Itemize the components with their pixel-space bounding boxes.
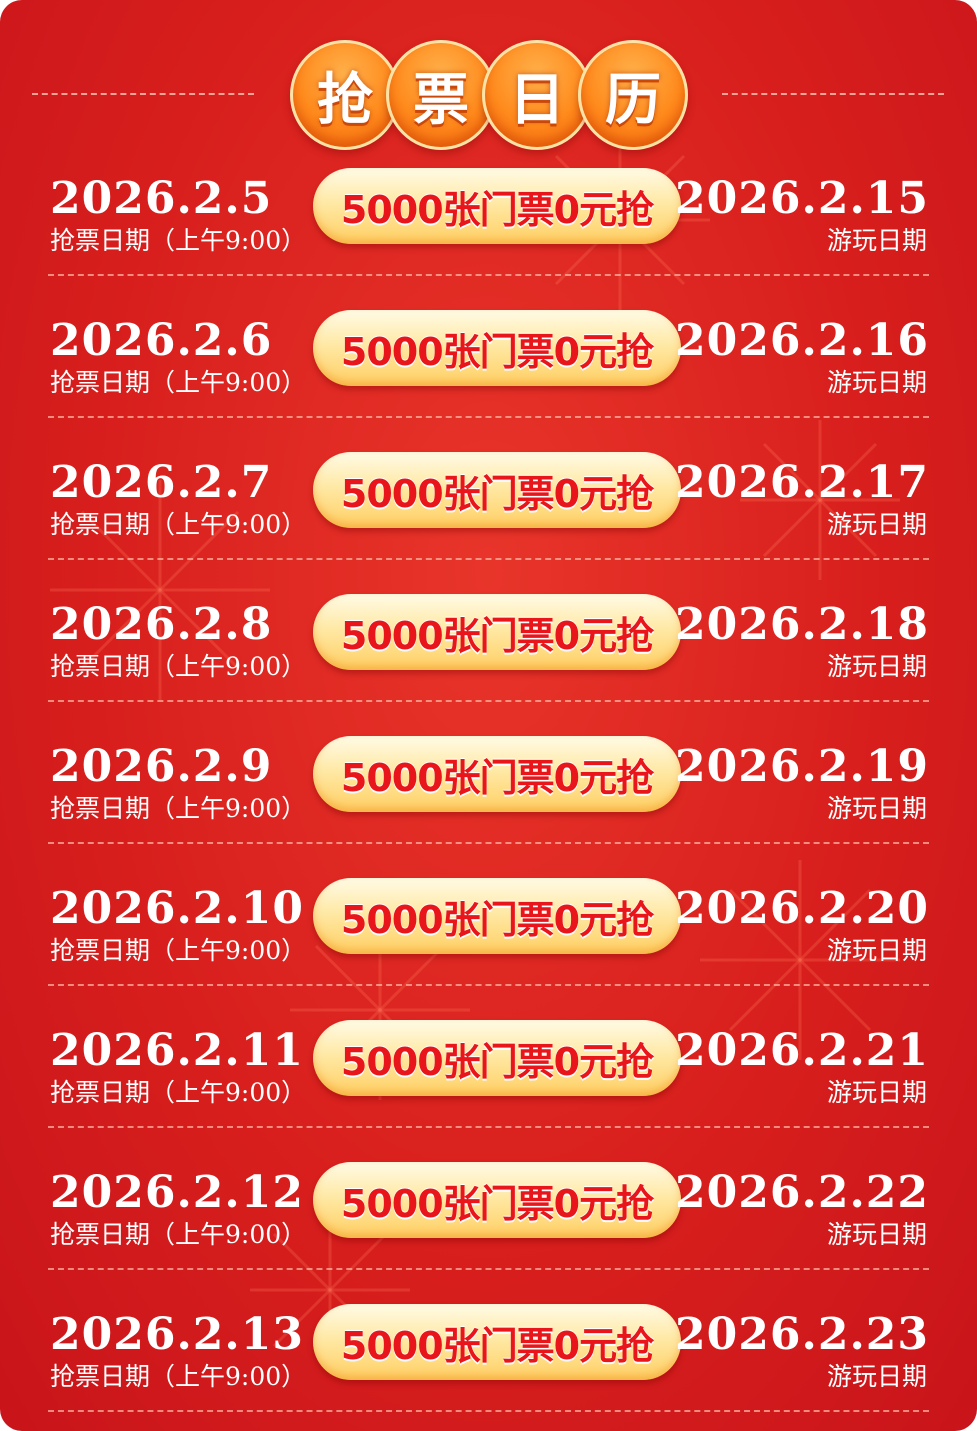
grab-date: 2026.2.9 <box>50 741 273 792</box>
title-badge: 抢 <box>290 40 400 150</box>
grab-date-label: 抢票日期（上午9:00） <box>50 936 307 965</box>
grab-date: 2026.2.10 <box>50 883 304 934</box>
grab-date-label: 抢票日期（上午9:00） <box>50 510 307 539</box>
calendar-row: 2026.2.5 抢票日期（上午9:00） 5000张门票0元抢 2026.2.… <box>0 168 977 316</box>
calendar-row: 2026.2.11 抢票日期（上午9:00） 5000张门票0元抢 2026.2… <box>0 1020 977 1168</box>
free-ticket-button[interactable]: 5000张门票0元抢 <box>313 1304 681 1380</box>
ticket-calendar-card: 抢 票 日 历 2026.2.5 抢票日期（上午9:00） 5000张门票0元抢… <box>0 0 977 1431</box>
play-date: 2026.2.18 <box>675 599 929 650</box>
free-ticket-button[interactable]: 5000张门票0元抢 <box>313 1162 681 1238</box>
row-divider <box>48 1268 929 1270</box>
grab-date: 2026.2.8 <box>50 599 273 650</box>
calendar-row: 2026.2.13 抢票日期（上午9:00） 5000张门票0元抢 2026.2… <box>0 1304 977 1431</box>
play-date-label: 游玩日期 <box>826 510 927 539</box>
row-divider <box>48 558 929 560</box>
row-divider <box>48 416 929 418</box>
play-date-label: 游玩日期 <box>826 936 927 965</box>
grab-date-label: 抢票日期（上午9:00） <box>50 226 307 255</box>
grab-date-label: 抢票日期（上午9:00） <box>50 794 307 823</box>
play-date-label: 游玩日期 <box>826 226 927 255</box>
grab-date: 2026.2.7 <box>50 457 273 508</box>
row-divider <box>48 700 929 702</box>
row-divider <box>48 1410 929 1412</box>
grab-date-label: 抢票日期（上午9:00） <box>50 368 307 397</box>
free-ticket-button[interactable]: 5000张门票0元抢 <box>313 168 681 244</box>
grab-date: 2026.2.11 <box>50 1025 304 1076</box>
free-ticket-button[interactable]: 5000张门票0元抢 <box>313 1020 681 1096</box>
grab-date-label: 抢票日期（上午9:00） <box>50 1220 307 1249</box>
title-badge: 历 <box>578 40 688 150</box>
calendar-row: 2026.2.6 抢票日期（上午9:00） 5000张门票0元抢 2026.2.… <box>0 310 977 458</box>
header-divider-right <box>722 93 944 95</box>
grab-date: 2026.2.13 <box>50 1309 304 1360</box>
play-date-label: 游玩日期 <box>826 652 927 681</box>
calendar-row: 2026.2.12 抢票日期（上午9:00） 5000张门票0元抢 2026.2… <box>0 1162 977 1310</box>
title-badges: 抢 票 日 历 <box>290 40 688 150</box>
title-badge: 日 <box>482 40 592 150</box>
calendar-row: 2026.2.9 抢票日期（上午9:00） 5000张门票0元抢 2026.2.… <box>0 736 977 884</box>
grab-date-label: 抢票日期（上午9:00） <box>50 1362 307 1391</box>
play-date-label: 游玩日期 <box>826 794 927 823</box>
play-date-label: 游玩日期 <box>826 1078 927 1107</box>
free-ticket-button[interactable]: 5000张门票0元抢 <box>313 452 681 528</box>
grab-date: 2026.2.5 <box>50 173 273 224</box>
play-date: 2026.2.16 <box>675 315 929 366</box>
title-badge: 票 <box>386 40 496 150</box>
calendar-row: 2026.2.7 抢票日期（上午9:00） 5000张门票0元抢 2026.2.… <box>0 452 977 600</box>
free-ticket-button[interactable]: 5000张门票0元抢 <box>313 736 681 812</box>
play-date: 2026.2.20 <box>675 883 929 934</box>
free-ticket-button[interactable]: 5000张门票0元抢 <box>313 594 681 670</box>
grab-date-label: 抢票日期（上午9:00） <box>50 652 307 681</box>
row-divider <box>48 274 929 276</box>
grab-date: 2026.2.6 <box>50 315 273 366</box>
row-divider <box>48 1126 929 1128</box>
row-divider <box>48 842 929 844</box>
play-date-label: 游玩日期 <box>826 1362 927 1391</box>
play-date: 2026.2.19 <box>675 741 929 792</box>
play-date: 2026.2.22 <box>675 1167 929 1218</box>
calendar-row: 2026.2.8 抢票日期（上午9:00） 5000张门票0元抢 2026.2.… <box>0 594 977 742</box>
play-date: 2026.2.15 <box>675 173 929 224</box>
free-ticket-button[interactable]: 5000张门票0元抢 <box>313 310 681 386</box>
calendar-row: 2026.2.10 抢票日期（上午9:00） 5000张门票0元抢 2026.2… <box>0 878 977 1026</box>
header-divider-left <box>32 93 254 95</box>
row-divider <box>48 984 929 986</box>
grab-date: 2026.2.12 <box>50 1167 304 1218</box>
play-date: 2026.2.17 <box>675 457 929 508</box>
free-ticket-button[interactable]: 5000张门票0元抢 <box>313 878 681 954</box>
grab-date-label: 抢票日期（上午9:00） <box>50 1078 307 1107</box>
play-date: 2026.2.21 <box>675 1025 929 1076</box>
play-date-label: 游玩日期 <box>826 1220 927 1249</box>
play-date-label: 游玩日期 <box>826 368 927 397</box>
play-date: 2026.2.23 <box>675 1309 929 1360</box>
